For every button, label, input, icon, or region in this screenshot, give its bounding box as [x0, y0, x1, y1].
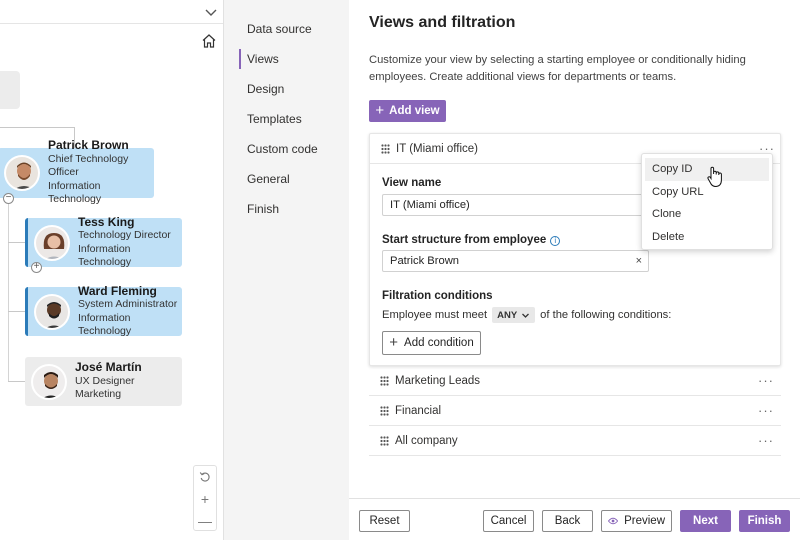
home-icon[interactable] [201, 33, 217, 49]
condition-sentence: Employee must meet ANY of the following … [382, 307, 671, 323]
employee-department: Information Technology [78, 311, 132, 338]
eye-icon [608, 517, 619, 525]
view-name-label: View name [382, 177, 442, 189]
collapse-toggle[interactable]: − [3, 193, 14, 204]
view-row-title: Marketing Leads [395, 375, 481, 387]
expand-toggle[interactable]: + [31, 262, 42, 273]
view-title: IT (Miami office) [396, 143, 479, 155]
condition-mode-value: ANY [497, 309, 518, 321]
chart-toolbar [0, 0, 223, 24]
drag-handle-icon[interactable] [380, 406, 389, 416]
start-employee-label: Start structure from employee i [382, 234, 561, 246]
cancel-button[interactable]: Cancel [483, 510, 534, 532]
drag-handle-icon[interactable] [380, 376, 389, 386]
hand-cursor-icon [707, 166, 722, 188]
menu-item-delete[interactable]: Delete [645, 226, 769, 249]
start-employee-value: Patrick Brown [390, 255, 460, 267]
zoom-in-button[interactable]: + [194, 488, 216, 510]
nav-item-finish[interactable]: Finish [224, 194, 349, 224]
chevron-down-icon[interactable] [204, 5, 218, 19]
avatar [31, 363, 67, 400]
finish-button[interactable]: Finish [739, 510, 790, 532]
zoom-controls: + — [193, 465, 217, 531]
avatar [4, 155, 40, 191]
view-row[interactable]: All company ··· [369, 426, 781, 456]
nav-item-views[interactable]: Views [224, 44, 349, 74]
add-view-label: Add view [389, 105, 440, 117]
preview-label: Preview [624, 515, 665, 527]
back-button[interactable]: Back [542, 510, 593, 532]
employee-title: Chief Technology Officer [48, 152, 129, 179]
next-button[interactable]: Next [680, 510, 731, 532]
info-icon[interactable]: i [550, 236, 561, 246]
view-row-title: Financial [395, 405, 442, 417]
employee-title: Technology Director [78, 229, 171, 241]
employee-department: Information Technology [48, 179, 102, 206]
connector-line [8, 242, 25, 243]
drag-handle-icon[interactable] [381, 144, 390, 154]
avatar [34, 224, 70, 261]
more-options-button[interactable]: ··· [758, 374, 774, 387]
add-condition-label: Add condition [404, 337, 474, 349]
more-options-button[interactable]: ··· [758, 434, 774, 447]
employee-name: Tess King [78, 214, 135, 229]
settings-nav: Data source Views Design Templates Custo… [224, 0, 349, 540]
avatar [34, 293, 70, 330]
connector-line [8, 198, 9, 382]
page-description: Customize your view by selecting a start… [369, 54, 746, 83]
connector-line [8, 381, 25, 382]
rotate-ccw-icon [199, 472, 210, 482]
views-panel: Views and filtration Customize your view… [349, 0, 800, 540]
employee-card[interactable]: José Martín UX Designer Marketing [25, 357, 182, 406]
connector-line [8, 311, 25, 312]
employee-card[interactable]: Ward Fleming System Administrator Inform… [25, 283, 182, 338]
plus-icon: + [389, 333, 399, 351]
employee-name: José Martín [75, 360, 142, 375]
employee-card[interactable]: Patrick Brown Chief Technology Officer I… [0, 139, 154, 205]
view-row-title: All company [395, 435, 458, 447]
view-name-input[interactable]: IT (Miami office) [382, 194, 648, 216]
nav-item-custom-code[interactable]: Custom code [224, 134, 349, 164]
view-row[interactable]: Marketing Leads ··· [369, 366, 781, 396]
more-options-button[interactable]: ··· [758, 404, 774, 417]
clear-icon[interactable]: × [636, 251, 642, 271]
plus-icon: + [375, 101, 385, 119]
menu-item-clone[interactable]: Clone [645, 203, 769, 226]
condition-mode-select[interactable]: ANY [492, 307, 536, 323]
employee-title: UX Designer [75, 374, 135, 387]
employee-department: Marketing [75, 388, 122, 401]
page-title: Views and filtration [369, 14, 516, 31]
add-condition-button[interactable]: + Add condition [382, 331, 481, 355]
wizard-footer: Reset Cancel Back Preview Next Finish [349, 498, 800, 540]
employee-department: Information Technology [78, 242, 132, 269]
start-employee-label-text: Start structure from employee [382, 234, 547, 246]
reset-zoom-button[interactable] [194, 466, 216, 488]
nav-item-design[interactable]: Design [224, 74, 349, 104]
zoom-out-button[interactable]: — [194, 510, 216, 532]
nav-item-templates[interactable]: Templates [224, 104, 349, 134]
drag-handle-icon[interactable] [380, 436, 389, 446]
employee-title: System Administrator [78, 298, 178, 310]
org-chart-canvas[interactable]: Patrick Brown Chief Technology Officer I… [0, 0, 224, 540]
condition-suffix: of the following conditions: [540, 309, 672, 321]
filtration-label: Filtration conditions [382, 290, 493, 302]
connector-line [0, 127, 75, 128]
parent-card[interactable] [0, 71, 20, 109]
start-employee-input[interactable]: Patrick Brown × [382, 250, 649, 272]
condition-prefix: Employee must meet [382, 309, 488, 321]
nav-item-general[interactable]: General [224, 164, 349, 194]
reset-button[interactable]: Reset [359, 510, 410, 532]
add-view-button[interactable]: + Add view [369, 100, 446, 122]
employee-card[interactable]: Tess King Technology Director Informatio… [25, 214, 182, 269]
chevron-down-icon [522, 313, 530, 318]
nav-item-data-source[interactable]: Data source [224, 14, 349, 44]
employee-name: Ward Fleming [78, 283, 157, 298]
employee-name: Patrick Brown [48, 138, 129, 153]
preview-button[interactable]: Preview [601, 510, 672, 532]
view-row[interactable]: Financial ··· [369, 396, 781, 426]
